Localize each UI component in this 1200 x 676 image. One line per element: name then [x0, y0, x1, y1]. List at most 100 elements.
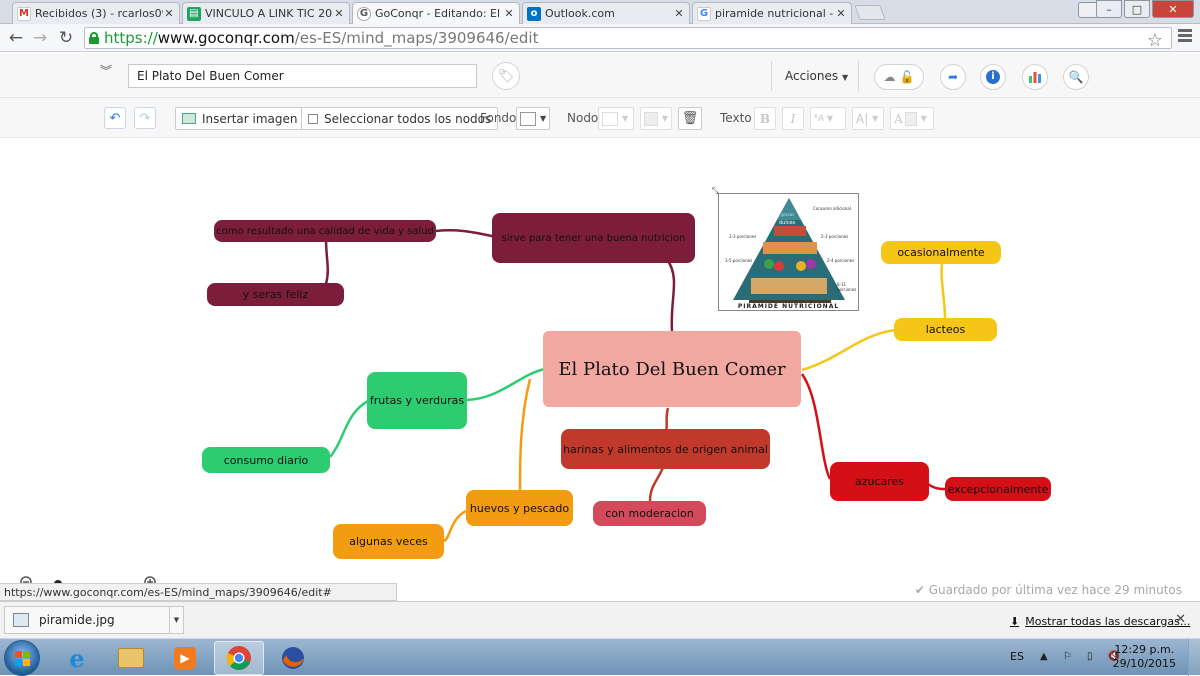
node-harinas[interactable]: harinas y alimentos de origen animal [561, 429, 770, 469]
color-swatch [602, 111, 618, 126]
pyramid-label: 2-4 porciones [827, 258, 855, 263]
divider [858, 61, 859, 91]
node-consumo[interactable]: consumo diario [202, 447, 330, 473]
close-tab-icon[interactable]: ✕ [503, 7, 515, 20]
mindmap-title-input[interactable]: El Plato Del Buen Comer [128, 64, 477, 88]
undo-icon[interactable]: ↶ [104, 107, 126, 129]
text-align-picker[interactable]: A| ▼ [852, 107, 884, 130]
download-shelf: piramide.jpg ▼ ⬇ Mostrar todas las descar… [0, 601, 1200, 638]
text-color-icon: A [894, 111, 903, 126]
link-sirve-calidad [435, 229, 497, 239]
link-calidad-feliz [324, 238, 330, 285]
maximize-icon[interactable]: □ [1124, 0, 1150, 18]
insert-image-button[interactable]: Insertar imagen [175, 107, 305, 130]
close-tab-icon[interactable]: ✕ [163, 7, 175, 20]
download-arrow-icon: ⬇ [1010, 615, 1020, 628]
language-indicator[interactable]: ES [1010, 650, 1024, 663]
firefox-taskbar-icon[interactable] [268, 641, 318, 675]
collapse-chevron-icon[interactable]: ︾ [100, 65, 112, 77]
chrome-taskbar-icon[interactable] [214, 641, 264, 675]
download-item[interactable]: piramide.jpg ▼ [4, 606, 184, 634]
mindmap-canvas[interactable]: El Plato Del Buen Comer sirve para tener… [0, 139, 1200, 601]
media-player-taskbar-icon[interactable]: ▶ [160, 641, 210, 675]
texto-label: Texto [720, 111, 752, 125]
minimize-icon[interactable]: – [1096, 0, 1122, 18]
tab-google-search[interactable]: G piramide nutricional - Bus ✕ [692, 2, 852, 24]
saved-status: ✔ Guardado por última vez hace 29 minuto… [914, 583, 1182, 597]
bookmark-star-icon[interactable]: ☆ [1147, 30, 1163, 51]
start-button[interactable] [4, 640, 40, 676]
close-window-icon[interactable]: ✕ [1152, 0, 1194, 18]
clock[interactable]: 12:29 p.m. 29/10/2015 [1113, 643, 1176, 671]
node-azucares[interactable]: azucares [830, 462, 929, 501]
align-icon: A| [856, 111, 869, 126]
forward-icon[interactable]: → [30, 28, 50, 48]
delete-node-button[interactable]: 🗑 [678, 107, 702, 130]
ie-taskbar-icon[interactable]: e [52, 641, 102, 675]
chrome-menu-icon[interactable] [1178, 29, 1192, 44]
node-ocasional[interactable]: ocasionalmente [881, 241, 1001, 264]
close-tab-icon[interactable]: ✕ [333, 7, 345, 20]
bold-icon[interactable]: B [754, 107, 776, 130]
italic-icon[interactable]: I [782, 107, 804, 130]
tab-gmail[interactable]: M Recibidos (3) - rcarlos099 ✕ [12, 2, 180, 24]
link-frutas-consumo [329, 399, 369, 458]
pyramid-label: 2-3 porciones [821, 234, 849, 239]
image-icon [182, 113, 196, 124]
node-excepcional[interactable]: excepcionalmente [945, 477, 1051, 501]
node-shape-picker[interactable]: ▼ [640, 107, 672, 130]
tab-outlook[interactable]: o Outlook.com ✕ [522, 2, 690, 24]
pyramid-label: 3-5 porciones [725, 258, 753, 263]
node-calidad[interactable]: como resultado una calidad de vida y sal… [214, 220, 436, 242]
share-arrow-icon[interactable]: ➦ [940, 64, 966, 90]
address-bar[interactable]: https:// www.goconqr.com /es-ES/mind_map… [84, 27, 1172, 51]
nutrition-pyramid-image[interactable]: PIRAMIDE NUTRICIONAL dulces grasas Consu… [718, 193, 859, 311]
link-root-sirve [666, 260, 676, 332]
stats-chart-icon[interactable] [1022, 64, 1048, 90]
background-color-picker[interactable]: ▼ [516, 107, 551, 130]
close-tab-icon[interactable]: ✕ [835, 7, 847, 20]
explorer-taskbar-icon[interactable] [106, 641, 156, 675]
image-file-icon [13, 613, 29, 627]
redo-icon[interactable]: ↷ [134, 107, 156, 129]
reload-icon[interactable]: ↻ [56, 28, 76, 48]
nodo-label: Nodo [567, 111, 599, 125]
tab-goconqr[interactable]: G GoConqr - Editando: El Pl ✕ [352, 2, 520, 24]
node-algunas[interactable]: algunas veces [333, 524, 444, 559]
node-color-picker[interactable]: ▼ [598, 107, 634, 130]
info-icon[interactable]: i [980, 64, 1006, 90]
back-icon[interactable]: ← [6, 28, 26, 48]
divider [771, 61, 772, 91]
pyramid-label: 6-11 porciones [837, 282, 857, 292]
node-moderacion[interactable]: con moderacion [593, 501, 706, 526]
select-all-nodes-button[interactable]: Seleccionar todos los nodos [301, 107, 499, 130]
windows-logo-icon [15, 651, 31, 667]
pyramid-caption: PIRAMIDE NUTRICIONAL [719, 303, 858, 310]
cloud-icon: ☁ [883, 70, 896, 84]
link-lacteos-ocasional [940, 263, 947, 320]
node-huevos[interactable]: huevos y pescado [466, 490, 573, 526]
search-zoom-icon[interactable]: 🔍 [1063, 64, 1089, 90]
new-tab-button[interactable] [854, 5, 886, 20]
editor-toolbar: ↶ ↷ Insertar imagen Seleccionar todos lo… [0, 98, 1200, 138]
show-all-downloads-link[interactable]: ⬇ Mostrar todas las descargas... [1010, 615, 1190, 628]
acciones-dropdown[interactable]: Acciones ▼ [785, 69, 848, 83]
show-desktop-button[interactable] [1188, 639, 1200, 676]
link-root-huevos [518, 378, 532, 492]
text-color-picker[interactable]: A ▼ [890, 107, 934, 130]
node-feliz[interactable]: y seras feliz [207, 283, 344, 306]
tab-sheets[interactable]: ▤ VINCULO A LINK TIC 2015 ✕ [182, 2, 350, 24]
font-size-picker[interactable]: ᴬA ▼ [810, 107, 846, 130]
tag-icon[interactable]: 🏷 [492, 62, 520, 90]
download-menu-icon[interactable]: ▼ [169, 607, 183, 633]
close-shelf-icon[interactable]: ✕ [1175, 612, 1186, 627]
node-frutas[interactable]: frutas y verduras [367, 372, 467, 429]
share-privacy-button[interactable]: ☁ 🔓 [874, 64, 924, 90]
close-tab-icon[interactable]: ✕ [673, 7, 685, 20]
link-root-frutas [466, 367, 546, 402]
system-tray: ES ▲ ⚐ ▯ 🔇 12:29 p.m. 29/10/2015 [1000, 639, 1200, 676]
node-sirve[interactable]: sirve para tener una buena nutricion [492, 213, 695, 263]
root-node[interactable]: El Plato Del Buen Comer [543, 331, 801, 407]
link-huevos-algunas [443, 509, 467, 543]
node-lacteos[interactable]: lacteos [894, 318, 997, 341]
